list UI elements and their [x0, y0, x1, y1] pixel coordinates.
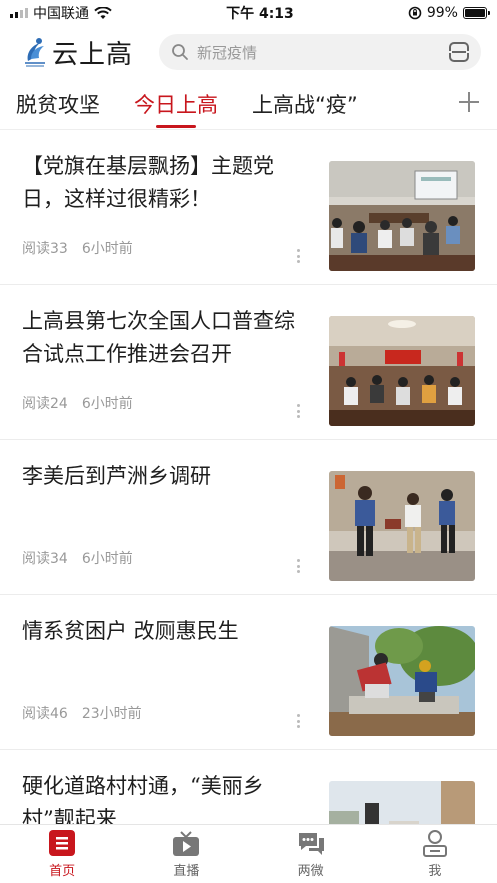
publish-time: 6小时前	[81, 551, 133, 567]
news-item[interactable]: 【党旗在基层飘扬】主题党日，这样过很精彩！ 阅读33 6小时前	[0, 130, 497, 285]
carrier-label: 中国联通	[33, 6, 89, 22]
more-options-icon[interactable]	[296, 559, 300, 573]
wifi-icon	[94, 6, 112, 19]
news-meta: 阅读24 6小时前	[22, 393, 309, 413]
news-title: 硬化道路村村通，“美丽乡村”靓起来	[22, 774, 264, 824]
chat-icon	[298, 833, 324, 855]
signal-icon	[10, 8, 28, 18]
construction-workers-photo[interactable]	[329, 626, 475, 736]
battery-percent: 99%	[426, 5, 458, 21]
conference-hall-photo[interactable]	[329, 316, 475, 426]
nav-social[interactable]: 两微	[271, 829, 351, 879]
read-count: 阅读24	[22, 396, 68, 412]
nav-label: 直播	[173, 864, 200, 879]
clock: 下午 4:13	[226, 6, 294, 22]
status-right: 99%	[408, 5, 490, 21]
bottom-nav: 首页 直播 两微 我	[0, 824, 497, 883]
news-title: 情系贫困户 改厕惠民生	[22, 619, 239, 643]
news-title: 李美后到芦洲乡调研	[22, 464, 211, 488]
nav-profile[interactable]: 我	[395, 829, 475, 879]
more-options-icon[interactable]	[296, 249, 300, 263]
more-options-icon[interactable]	[296, 404, 300, 418]
village-visit-photo[interactable]	[329, 471, 475, 581]
village-road-photo[interactable]	[329, 781, 475, 824]
logo-mark-icon	[25, 38, 45, 67]
tv-icon	[173, 831, 200, 856]
user-icon	[422, 830, 447, 857]
app-header: 云上高 新冠疫情	[0, 26, 497, 78]
battery-icon	[462, 7, 490, 19]
more-options-icon[interactable]	[296, 714, 300, 728]
home-icon	[49, 830, 76, 856]
publish-time: 6小时前	[81, 396, 133, 412]
nav-label: 首页	[49, 864, 76, 879]
news-item[interactable]: 李美后到芦洲乡调研 阅读34 6小时前	[0, 440, 497, 595]
rotation-lock-icon	[408, 6, 422, 20]
read-count: 阅读34	[22, 551, 68, 567]
nav-label: 两微	[297, 864, 324, 879]
news-meta: 阅读46 23小时前	[22, 703, 309, 723]
publish-time: 23小时前	[81, 706, 142, 722]
read-count: 阅读33	[22, 241, 68, 257]
app-logo[interactable]: 云上高	[22, 34, 133, 71]
search-placeholder: 新冠疫情	[197, 43, 258, 62]
read-count: 阅读46	[22, 706, 68, 722]
news-meta: 阅读34 6小时前	[22, 548, 309, 568]
meeting-room-photo[interactable]	[329, 161, 475, 271]
news-item[interactable]: 上高县第七次全国人口普查综合试点工作推进会召开 阅读24 6小时前	[0, 285, 497, 440]
news-feed: 【党旗在基层飘扬】主题党日，这样过很精彩！ 阅读33 6小时前 上高县第七次全国…	[0, 130, 497, 824]
add-channel-icon[interactable]	[457, 90, 481, 114]
scan-icon[interactable]	[449, 42, 469, 62]
tab-fight-epidemic[interactable]: 上高战“疫”	[252, 78, 358, 130]
tab-today-shanggao[interactable]: 今日上高	[134, 78, 218, 130]
search-icon	[172, 44, 188, 60]
search-bar[interactable]: 新冠疫情	[159, 34, 481, 70]
channel-tabs: 脱贫攻坚 今日上高 上高战“疫”	[0, 78, 497, 130]
news-title: 上高县第七次全国人口普查综合试点工作推进会召开	[22, 309, 295, 366]
publish-time: 6小时前	[81, 241, 133, 257]
status-bar: 中国联通 下午 4:13 99%	[0, 0, 497, 26]
news-item[interactable]: 情系贫困户 改厕惠民生 阅读46 23小时前	[0, 595, 497, 750]
nav-live[interactable]: 直播	[146, 829, 226, 879]
nav-home[interactable]: 首页	[22, 829, 102, 879]
news-title: 【党旗在基层飘扬】主题党日，这样过很精彩！	[22, 154, 274, 211]
news-item[interactable]: 硬化道路村村通，“美丽乡村”靓起来	[0, 750, 497, 824]
nav-label: 我	[428, 864, 442, 879]
news-meta: 阅读33 6小时前	[22, 238, 309, 258]
app-name: 云上高	[52, 39, 134, 70]
status-left: 中国联通	[10, 3, 112, 23]
tab-poverty-alleviation[interactable]: 脱贫攻坚	[16, 78, 100, 130]
